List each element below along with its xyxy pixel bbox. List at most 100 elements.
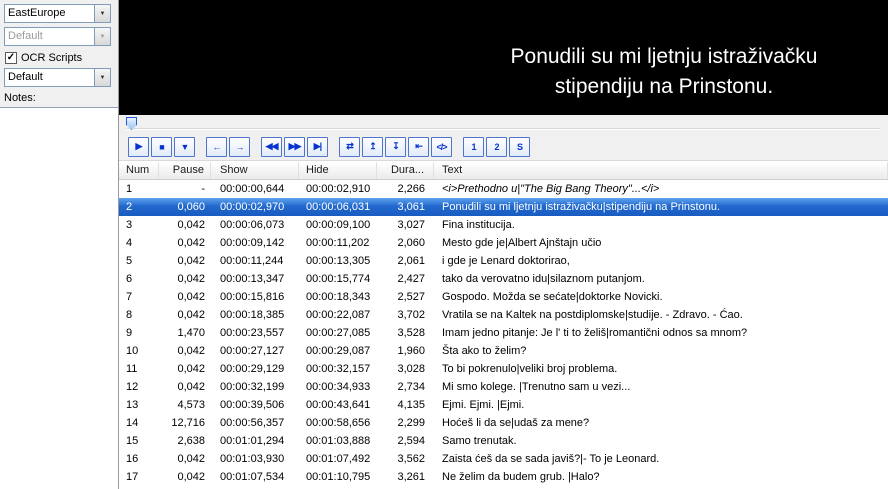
seek-bar[interactable]	[119, 115, 888, 133]
stop-button[interactable]: ■	[151, 137, 172, 157]
table-row[interactable]: 20,06000:00:02,97000:00:06,0313,061Ponud…	[119, 198, 888, 216]
move-subtitle-button[interactable]: ⇄	[339, 137, 360, 157]
cell-hide: 00:00:02,910	[299, 180, 377, 198]
table-row[interactable]: 30,04200:00:06,07300:00:09,1003,027Fina …	[119, 216, 888, 234]
column-header-num[interactable]: Num	[119, 162, 159, 179]
table-row[interactable]: 50,04200:00:11,24400:00:13,3052,061i gde…	[119, 252, 888, 270]
table-row[interactable]: 91,47000:00:23,55700:00:27,0853,528Imam …	[119, 324, 888, 342]
table-row[interactable]: 70,04200:00:15,81600:00:18,3432,527Gospo…	[119, 288, 888, 306]
cell-dur: 3,028	[377, 360, 434, 378]
move-subtitle-icon: ⇄	[346, 141, 353, 152]
cell-hide: 00:00:43,641	[299, 396, 377, 414]
play-button[interactable]: ▶	[128, 137, 149, 157]
cell-hide: 00:00:27,085	[299, 324, 377, 342]
chevron-down-icon[interactable]: ▼	[94, 5, 110, 22]
cell-pause: 0,042	[159, 234, 211, 252]
cell-dur: 2,527	[377, 288, 434, 306]
ocr-scripts-checkbox[interactable]: ✓ OCR Scripts	[5, 52, 82, 64]
cell-show: 00:00:11,244	[211, 252, 299, 270]
cell-num: 1	[119, 180, 159, 198]
mark-last-sync-point-button[interactable]: 2	[486, 137, 507, 157]
cell-show: 00:01:03,930	[211, 450, 299, 468]
grid-header: NumPauseShowHideDura...Text	[119, 162, 888, 180]
cell-num: 8	[119, 306, 159, 324]
set-start-time-button[interactable]: ↥	[362, 137, 383, 157]
cell-text: Fina institucija.	[434, 216, 888, 234]
cell-show: 00:01:07,534	[211, 468, 299, 486]
cell-show: 00:00:29,129	[211, 360, 299, 378]
cell-num: 4	[119, 234, 159, 252]
stop-icon: ■	[159, 142, 163, 152]
cell-text: Ponudili su mi ljetnju istraživačku|stip…	[434, 198, 888, 216]
cell-dur: 2,734	[377, 378, 434, 396]
table-row[interactable]: 100,04200:00:27,12700:00:29,0871,960Šta …	[119, 342, 888, 360]
cell-num: 10	[119, 342, 159, 360]
column-header-dur[interactable]: Dura...	[377, 162, 434, 179]
cell-dur: 1,960	[377, 342, 434, 360]
cell-hide: 00:01:10,795	[299, 468, 377, 486]
table-row[interactable]: 80,04200:00:18,38500:00:22,0873,702Vrati…	[119, 306, 888, 324]
add-sync-point-button[interactable]: S	[509, 137, 530, 157]
chevron-down-icon: ▼	[94, 28, 110, 45]
cell-show: 00:00:00,644	[211, 180, 299, 198]
cell-dur: 4,135	[377, 396, 434, 414]
column-header-text[interactable]: Text	[434, 162, 888, 179]
cell-pause: -	[159, 180, 211, 198]
cell-text: Samo trenutak.	[434, 432, 888, 450]
cell-dur: 2,061	[377, 252, 434, 270]
ocr-script-combo[interactable]: Default ▼	[4, 68, 111, 87]
table-row[interactable]: 152,63800:01:01,29400:01:03,8882,594Samo…	[119, 432, 888, 450]
column-header-pause[interactable]: Pause	[159, 162, 211, 179]
playback-rate-button[interactable]: ▶|	[307, 137, 328, 157]
notes-textarea[interactable]	[0, 107, 118, 489]
cell-dur: 2,427	[377, 270, 434, 288]
cell-text: i gde je Lenard doktorirao,	[434, 252, 888, 270]
column-header-hide[interactable]: Hide	[299, 162, 377, 179]
checkbox-check-icon[interactable]: ✓	[5, 52, 17, 64]
table-row[interactable]: 40,04200:00:09,14200:00:11,2022,060Mesto…	[119, 234, 888, 252]
seek-groove	[127, 128, 880, 130]
cell-hide: 00:00:22,087	[299, 306, 377, 324]
chevron-down-icon[interactable]: ▼	[94, 69, 110, 86]
table-row[interactable]: 134,57300:00:39,50600:00:43,6414,135Ejmi…	[119, 396, 888, 414]
end-subtitle-button[interactable]: </>	[431, 137, 452, 157]
cell-pause: 0,042	[159, 216, 211, 234]
cell-show: 00:00:09,142	[211, 234, 299, 252]
table-row[interactable]: 120,04200:00:32,19900:00:34,9332,734Mi s…	[119, 378, 888, 396]
toggle-scroll-list-icon: ▼	[181, 142, 189, 152]
ocr-script-combo-value: Default	[5, 69, 94, 86]
mark-first-sync-point-icon: 1	[471, 142, 475, 152]
video-preview[interactable]: Ponudili su mi ljetnju istraživačku stip…	[119, 0, 888, 115]
notes-label: Notes:	[4, 92, 36, 104]
charset-combo[interactable]: EastEurope ▼	[4, 4, 111, 23]
ocr-scripts-label: OCR Scripts	[21, 52, 82, 64]
toggle-scroll-list-button[interactable]: ▼	[174, 137, 195, 157]
column-header-show[interactable]: Show	[211, 162, 299, 179]
table-row[interactable]: 1412,71600:00:56,35700:00:58,6562,299Hoć…	[119, 414, 888, 432]
table-row[interactable]: 110,04200:00:29,12900:00:32,1573,028To b…	[119, 360, 888, 378]
cell-text: To bi pokrenulo|veliki broj problema.	[434, 360, 888, 378]
table-row[interactable]: 170,04200:01:07,53400:01:10,7953,261Ne ž…	[119, 468, 888, 486]
cell-num: 2	[119, 198, 159, 216]
cell-num: 3	[119, 216, 159, 234]
cell-num: 16	[119, 450, 159, 468]
cell-text: Ejmi. Ejmi. |Ejmi.	[434, 396, 888, 414]
cell-show: 00:00:06,073	[211, 216, 299, 234]
cell-hide: 00:00:34,933	[299, 378, 377, 396]
table-row[interactable]: 60,04200:00:13,34700:00:15,7742,427tako …	[119, 270, 888, 288]
grid-body: 1-00:00:00,64400:00:02,9102,266<i>Pretho…	[119, 180, 888, 489]
table-row[interactable]: 1-00:00:00,64400:00:02,9102,266<i>Pretho…	[119, 180, 888, 198]
set-final-time-button[interactable]: ↧	[385, 137, 406, 157]
mark-first-sync-point-button[interactable]: 1	[463, 137, 484, 157]
cell-hide: 00:01:07,492	[299, 450, 377, 468]
start-subtitle-button[interactable]: ⇤	[408, 137, 429, 157]
jump-prev-subtitle-button[interactable]: ←	[206, 137, 227, 157]
cell-pause: 0,042	[159, 252, 211, 270]
table-row[interactable]: 160,04200:01:03,93000:01:07,4923,562Zais…	[119, 450, 888, 468]
forward-button[interactable]: ▶▶	[284, 137, 305, 157]
jump-next-subtitle-button[interactable]: →	[229, 137, 250, 157]
cell-dur: 3,528	[377, 324, 434, 342]
cell-show: 00:00:15,816	[211, 288, 299, 306]
cell-hide: 00:00:13,305	[299, 252, 377, 270]
rewind-button[interactable]: ◀◀	[261, 137, 282, 157]
